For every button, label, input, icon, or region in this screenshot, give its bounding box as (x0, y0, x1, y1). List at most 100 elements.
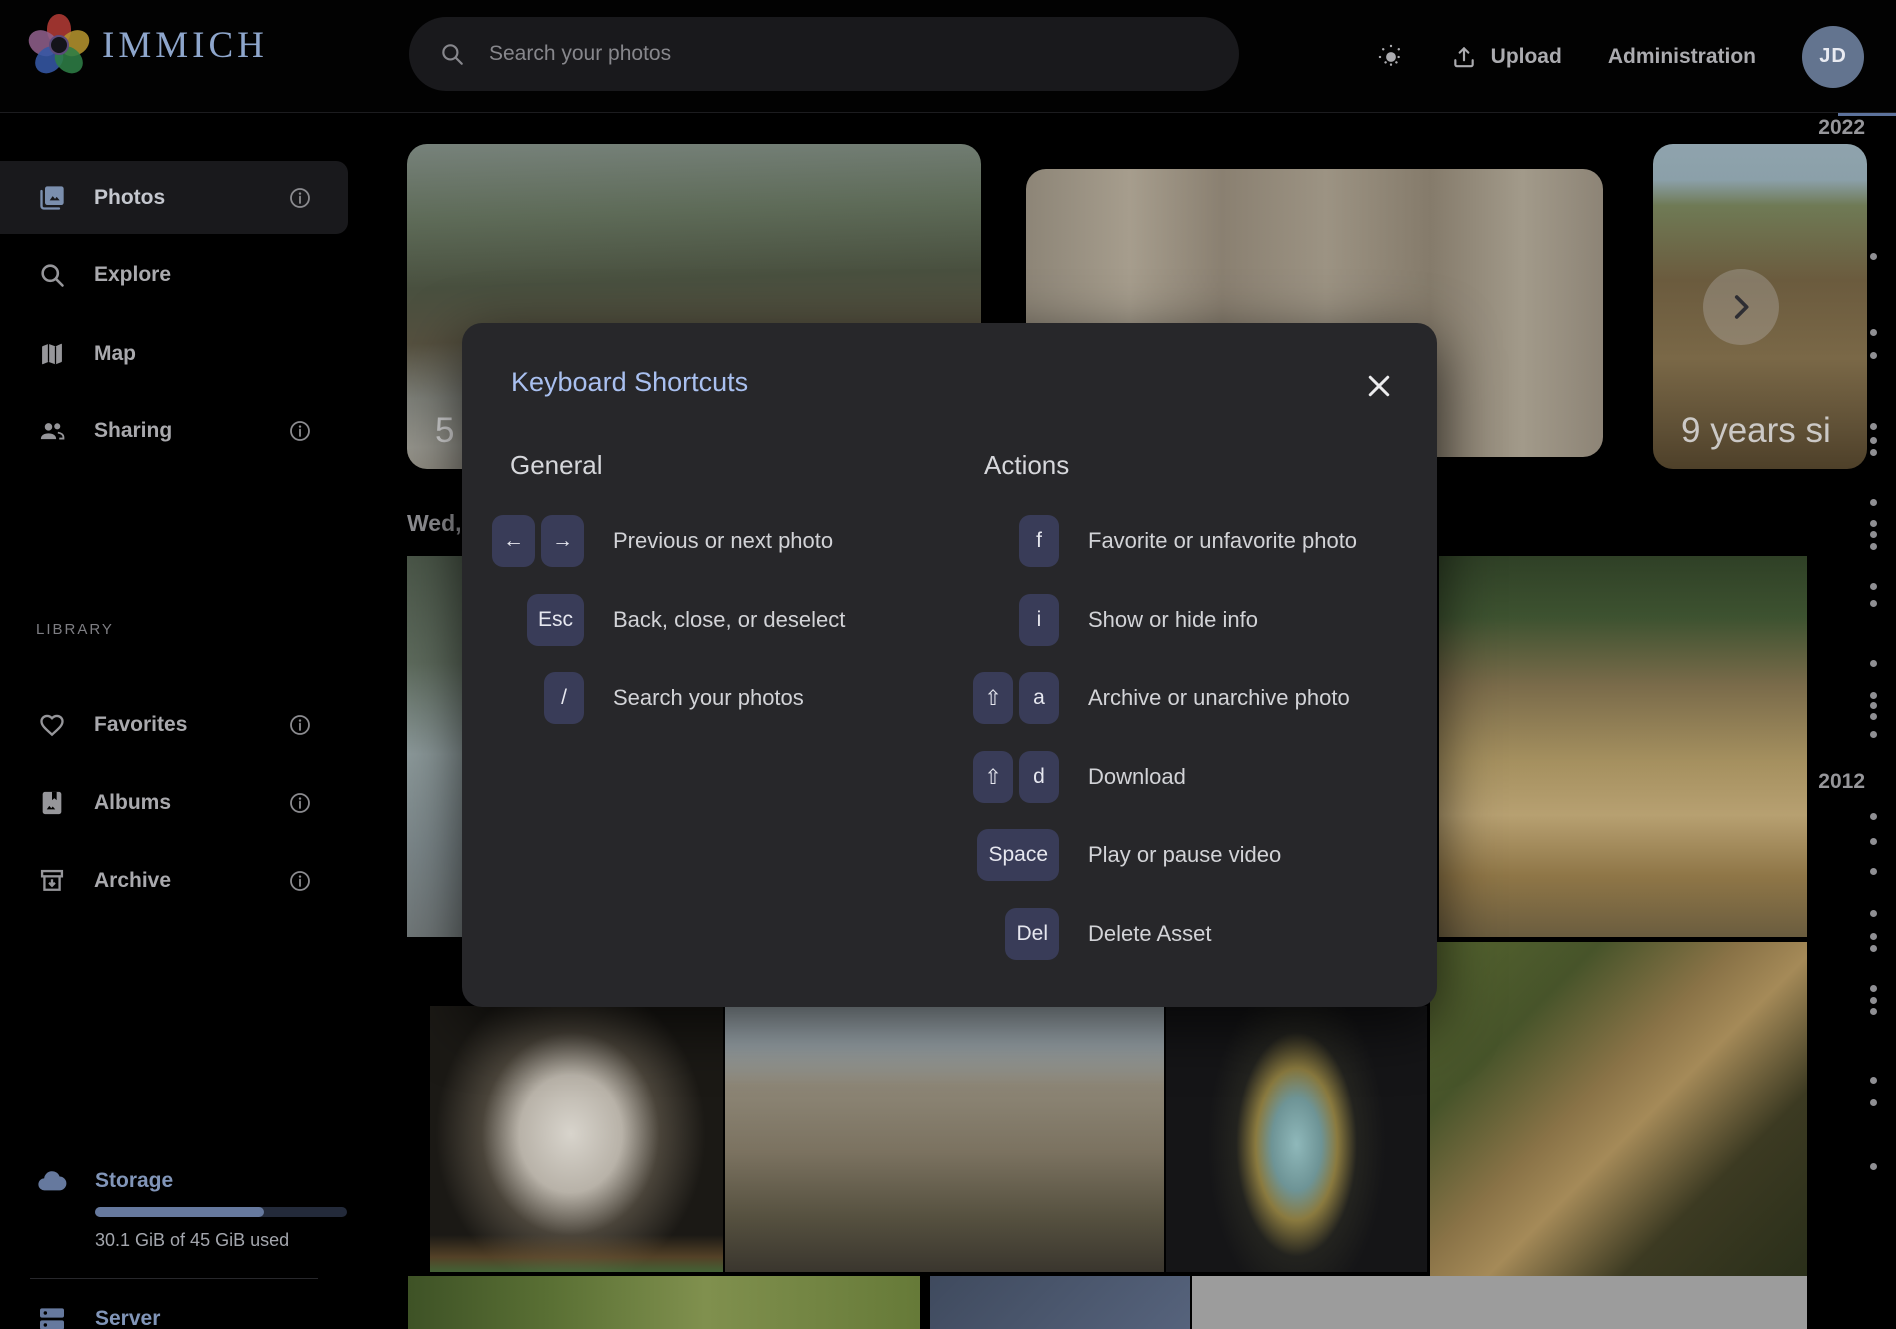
sidebar-item-label: Explore (94, 263, 171, 287)
key-i: i (1019, 594, 1059, 646)
scrubber-year-2022: 2022 (1818, 116, 1865, 140)
magnify-icon (38, 261, 66, 289)
shortcut-row: ⇧ d Download (953, 751, 1186, 803)
administration-label: Administration (1608, 45, 1756, 69)
server-title: Server (95, 1307, 160, 1329)
upload-button[interactable]: Upload (1451, 44, 1562, 70)
storage-title: Storage (95, 1169, 173, 1193)
shortcut-description: Back, close, or deselect (613, 607, 845, 633)
storage-progress-fill (95, 1207, 264, 1217)
photo-lizard[interactable] (1430, 942, 1807, 1277)
key-a: a (1019, 672, 1059, 724)
sidebar-item-label: Photos (94, 186, 165, 210)
keyboard-shortcuts-modal: Keyboard Shortcuts General Actions ← → P… (462, 323, 1437, 1007)
immich-logo-text: IMMICH (102, 24, 268, 67)
archive-icon (38, 867, 66, 895)
close-button[interactable] (1358, 365, 1400, 407)
next-memory-button[interactable] (1703, 269, 1779, 345)
administration-link[interactable]: Administration (1608, 45, 1756, 69)
sidebar-item-explore[interactable]: Explore (0, 238, 348, 311)
shortcut-description: Archive or unarchive photo (1088, 685, 1350, 711)
shortcut-row: Del Delete Asset (953, 908, 1212, 960)
key-space: Space (977, 829, 1059, 881)
info-icon[interactable] (288, 186, 312, 210)
sun-icon (1377, 43, 1405, 71)
photo-porcelain-tower[interactable] (1166, 1006, 1427, 1272)
search-bar[interactable] (409, 17, 1239, 91)
avatar-initials: JD (1819, 45, 1847, 68)
album-icon (38, 789, 66, 817)
shortcut-description: Delete Asset (1088, 921, 1212, 947)
upload-label: Upload (1491, 45, 1562, 69)
cloud-icon (36, 1165, 68, 1197)
info-icon[interactable] (288, 419, 312, 443)
chevron-right-icon (1724, 290, 1758, 324)
storage-progressbar (95, 1207, 347, 1217)
shortcut-row: i Show or hide info (953, 594, 1258, 646)
user-avatar[interactable]: JD (1802, 26, 1864, 88)
immich-app: 5 y 9 years si Wed, 2022 2012 IMMICH (0, 0, 1896, 1329)
timeline-scrubber[interactable]: 2022 2012 (1807, 113, 1896, 1329)
photo-cliff-beach[interactable] (1439, 556, 1807, 937)
shortcut-row: / Search your photos (478, 672, 804, 724)
shortcut-description: Favorite or unfavorite photo (1088, 528, 1357, 554)
scrubber-year-2012: 2012 (1818, 770, 1865, 794)
immich-logo-icon (30, 14, 88, 76)
close-icon (1364, 371, 1394, 401)
key-arrow-right: → (541, 515, 584, 567)
sidebar-item-map[interactable]: Map (0, 317, 348, 390)
server-icon (36, 1303, 68, 1329)
sidebar-item-label: Sharing (94, 419, 172, 443)
map-icon (38, 340, 66, 368)
key-esc: Esc (527, 594, 584, 646)
key-shift: ⇧ (973, 672, 1013, 724)
info-icon[interactable] (288, 713, 312, 737)
sidebar-item-label: Map (94, 342, 136, 366)
immich-logo[interactable]: IMMICH (30, 14, 268, 76)
sidebar-item-sharing[interactable]: Sharing (0, 394, 348, 467)
heart-icon (38, 711, 66, 739)
section-heading-actions: Actions (984, 450, 1069, 481)
photo-marble-bust[interactable] (430, 1006, 723, 1272)
info-icon[interactable] (288, 791, 312, 815)
shortcut-row: Esc Back, close, or deselect (478, 594, 845, 646)
modal-title: Keyboard Shortcuts (511, 367, 748, 398)
key-del: Del (1005, 908, 1059, 960)
shortcut-description: Play or pause video (1088, 842, 1281, 868)
key-shift: ⇧ (973, 751, 1013, 803)
top-bar: IMMICH Upload Administration (0, 0, 1896, 113)
key-d: d (1019, 751, 1059, 803)
people-icon (38, 417, 66, 445)
sidebar-divider (30, 1278, 318, 1279)
theme-toggle-button[interactable] (1377, 43, 1405, 71)
upload-icon (1451, 44, 1477, 70)
shortcut-description: Previous or next photo (613, 528, 833, 554)
photos-icon (38, 184, 66, 212)
shortcut-row: Space Play or pause video (953, 829, 1281, 881)
photo-strip-gray[interactable] (1192, 1276, 1807, 1329)
sidebar-item-label: Favorites (94, 713, 187, 737)
sidebar-item-photos[interactable]: Photos (0, 161, 348, 234)
sidebar: Photos Explore Map Sharing (0, 113, 348, 1329)
photo-ruins[interactable] (725, 1006, 1164, 1272)
shortcut-row: f Favorite or unfavorite photo (953, 515, 1357, 567)
storage-usage-text: 30.1 GiB of 45 GiB used (95, 1230, 289, 1251)
sidebar-item-label: Albums (94, 791, 171, 815)
key-arrow-left: ← (492, 515, 535, 567)
key-f: f (1019, 515, 1059, 567)
shortcut-row: ⇧ a Archive or unarchive photo (953, 672, 1350, 724)
sidebar-item-albums[interactable]: Albums (0, 766, 348, 839)
photo-strip-blue[interactable] (930, 1276, 1190, 1329)
sidebar-item-label: Archive (94, 869, 171, 893)
sidebar-item-archive[interactable]: Archive (0, 844, 348, 917)
search-icon (439, 41, 465, 67)
shortcut-description: Search your photos (613, 685, 804, 711)
shortcut-row: ← → Previous or next photo (478, 515, 833, 567)
photo-strip-green[interactable] (408, 1276, 920, 1329)
sidebar-item-favorites[interactable]: Favorites (0, 688, 348, 761)
info-icon[interactable] (288, 869, 312, 893)
shortcut-description: Download (1088, 764, 1186, 790)
section-heading-general: General (510, 450, 603, 481)
date-header: Wed, (407, 510, 462, 537)
search-input[interactable] (489, 42, 1209, 66)
